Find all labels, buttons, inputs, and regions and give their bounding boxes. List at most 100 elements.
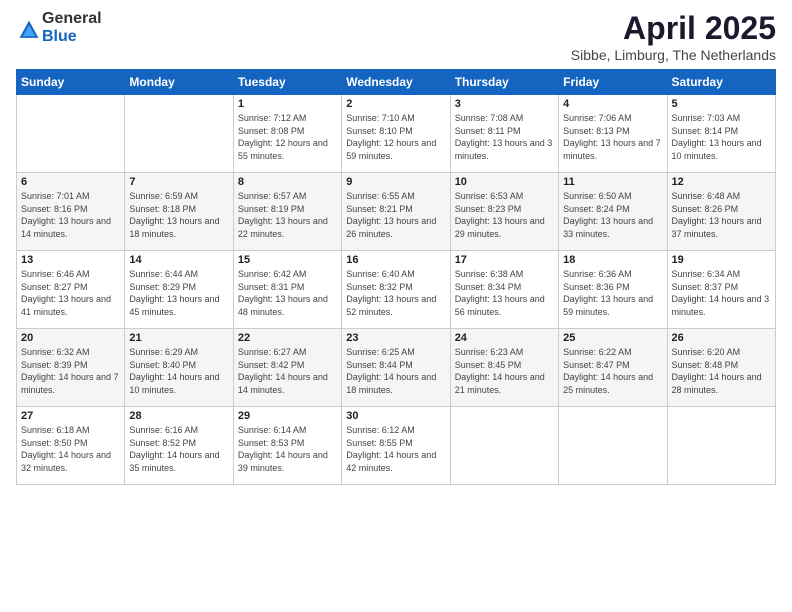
day-of-week-header: Tuesday [233, 70, 341, 95]
day-number: 16 [346, 254, 445, 266]
day-number: 21 [129, 332, 228, 344]
day-number: 8 [238, 176, 337, 188]
calendar-cell: 14 Sunrise: 6:44 AM Sunset: 8:29 PM Dayli… [125, 251, 233, 329]
day-info: Sunrise: 6:53 AM Sunset: 8:23 PM Dayligh… [455, 190, 554, 240]
calendar-cell: 1 Sunrise: 7:12 AM Sunset: 8:08 PM Daylig… [233, 95, 341, 173]
calendar-cell: 7Sunrise: 6:59 AM Sunset: 8:18 PM Daylig… [125, 173, 233, 251]
day-of-week-header: Thursday [450, 70, 558, 95]
day-number: 23 [346, 332, 445, 344]
day-info: Sunrise: 6:29 AM Sunset: 8:40 PM Dayligh… [129, 346, 228, 396]
calendar-cell: 19 Sunrise: 6:34 AM Sunset: 8:37 PM Dayli… [667, 251, 775, 329]
day-number: 12 [672, 176, 771, 188]
main-title: April 2025 [571, 10, 776, 47]
calendar-cell: 17Sunrise: 6:38 AM Sunset: 8:34 PM Dayli… [450, 251, 558, 329]
day-info: Sunrise: 6:38 AM Sunset: 8:34 PM Dayligh… [455, 268, 554, 318]
calendar-cell: 13 Sunrise: 6:46 AM Sunset: 8:27 PM Dayli… [17, 251, 125, 329]
logo: General Blue [16, 10, 102, 46]
calendar-cell: 28 Sunrise: 6:16 AM Sunset: 8:52 PM Dayli… [125, 407, 233, 485]
day-number: 13 [21, 254, 120, 266]
calendar-week-row: 27 Sunrise: 6:18 AM Sunset: 8:50 PM Dayli… [17, 407, 776, 485]
day-info: Sunrise: 6:36 AM Sunset: 8:36 PM Dayligh… [563, 268, 662, 318]
day-number: 24 [455, 332, 554, 344]
day-info: Sunrise: 6:16 AM Sunset: 8:52 PM Dayligh… [129, 424, 228, 474]
calendar-week-row: 6 Sunrise: 7:01 AM Sunset: 8:16 PM Daylig… [17, 173, 776, 251]
calendar-week-row: 20 Sunrise: 6:32 AM Sunset: 8:39 PM Dayli… [17, 329, 776, 407]
day-number: 7 [129, 176, 228, 188]
calendar-week-row: 1 Sunrise: 7:12 AM Sunset: 8:08 PM Daylig… [17, 95, 776, 173]
day-number: 20 [21, 332, 120, 344]
day-number: 29 [238, 410, 337, 422]
day-info: Sunrise: 7:03 AM Sunset: 8:14 PM Dayligh… [672, 112, 771, 162]
calendar-cell: 11Sunrise: 6:50 AM Sunset: 8:24 PM Dayli… [559, 173, 667, 251]
calendar-cell: 6 Sunrise: 7:01 AM Sunset: 8:16 PM Daylig… [17, 173, 125, 251]
day-number: 11 [563, 176, 662, 188]
day-of-week-header: Sunday [17, 70, 125, 95]
day-number: 4 [563, 98, 662, 110]
day-info: Sunrise: 7:08 AM Sunset: 8:11 PM Dayligh… [455, 112, 554, 162]
day-of-week-header: Wednesday [342, 70, 450, 95]
day-number: 1 [238, 98, 337, 110]
day-info: Sunrise: 6:23 AM Sunset: 8:45 PM Dayligh… [455, 346, 554, 396]
calendar-cell: 9 Sunrise: 6:55 AM Sunset: 8:21 PM Daylig… [342, 173, 450, 251]
day-info: Sunrise: 6:46 AM Sunset: 8:27 PM Dayligh… [21, 268, 120, 318]
day-number: 30 [346, 410, 445, 422]
day-number: 5 [672, 98, 771, 110]
calendar-header-row: SundayMondayTuesdayWednesdayThursdayFrid… [17, 70, 776, 95]
calendar-cell: 25Sunrise: 6:22 AM Sunset: 8:47 PM Dayli… [559, 329, 667, 407]
calendar-cell: 24 Sunrise: 6:23 AM Sunset: 8:45 PM Dayli… [450, 329, 558, 407]
day-info: Sunrise: 7:06 AM Sunset: 8:13 PM Dayligh… [563, 112, 662, 162]
day-number: 19 [672, 254, 771, 266]
day-info: Sunrise: 6:20 AM Sunset: 8:48 PM Dayligh… [672, 346, 771, 396]
day-info: Sunrise: 7:12 AM Sunset: 8:08 PM Dayligh… [238, 112, 337, 162]
day-number: 26 [672, 332, 771, 344]
calendar-cell: 23 Sunrise: 6:25 AM Sunset: 8:44 PM Dayli… [342, 329, 450, 407]
calendar: SundayMondayTuesdayWednesdayThursdayFrid… [16, 69, 776, 485]
calendar-cell: 30 Sunrise: 6:12 AM Sunset: 8:55 PM Dayli… [342, 407, 450, 485]
day-number: 27 [21, 410, 120, 422]
day-number: 22 [238, 332, 337, 344]
day-info: Sunrise: 6:57 AM Sunset: 8:19 PM Dayligh… [238, 190, 337, 240]
calendar-cell: 12 Sunrise: 6:48 AM Sunset: 8:26 PM Dayli… [667, 173, 775, 251]
calendar-week-row: 13 Sunrise: 6:46 AM Sunset: 8:27 PM Dayli… [17, 251, 776, 329]
calendar-cell [450, 407, 558, 485]
day-info: Sunrise: 6:14 AM Sunset: 8:53 PM Dayligh… [238, 424, 337, 474]
day-number: 18 [563, 254, 662, 266]
day-info: Sunrise: 6:48 AM Sunset: 8:26 PM Dayligh… [672, 190, 771, 240]
day-of-week-header: Saturday [667, 70, 775, 95]
day-number: 6 [21, 176, 120, 188]
day-info: Sunrise: 6:44 AM Sunset: 8:29 PM Dayligh… [129, 268, 228, 318]
title-block: April 2025 Sibbe, Limburg, The Netherlan… [571, 10, 776, 63]
calendar-cell: 5 Sunrise: 7:03 AM Sunset: 8:14 PM Daylig… [667, 95, 775, 173]
calendar-cell: 4 Sunrise: 7:06 AM Sunset: 8:13 PM Daylig… [559, 95, 667, 173]
day-info: Sunrise: 6:34 AM Sunset: 8:37 PM Dayligh… [672, 268, 771, 318]
calendar-cell [667, 407, 775, 485]
calendar-cell: 29 Sunrise: 6:14 AM Sunset: 8:53 PM Dayli… [233, 407, 341, 485]
calendar-cell: 20 Sunrise: 6:32 AM Sunset: 8:39 PM Dayli… [17, 329, 125, 407]
day-info: Sunrise: 6:12 AM Sunset: 8:55 PM Dayligh… [346, 424, 445, 474]
day-number: 10 [455, 176, 554, 188]
calendar-cell [125, 95, 233, 173]
day-number: 28 [129, 410, 228, 422]
day-info: Sunrise: 7:01 AM Sunset: 8:16 PM Dayligh… [21, 190, 120, 240]
day-info: Sunrise: 6:32 AM Sunset: 8:39 PM Dayligh… [21, 346, 120, 396]
logo-icon [18, 19, 40, 41]
page: General Blue April 2025 Sibbe, Limburg, … [0, 0, 792, 612]
day-number: 15 [238, 254, 337, 266]
day-info: Sunrise: 6:55 AM Sunset: 8:21 PM Dayligh… [346, 190, 445, 240]
day-number: 14 [129, 254, 228, 266]
subtitle: Sibbe, Limburg, The Netherlands [571, 47, 776, 63]
logo-text: General Blue [42, 10, 102, 46]
calendar-cell: 18 Sunrise: 6:36 AM Sunset: 8:36 PM Dayli… [559, 251, 667, 329]
day-info: Sunrise: 6:22 AM Sunset: 8:47 PM Dayligh… [563, 346, 662, 396]
day-info: Sunrise: 7:10 AM Sunset: 8:10 PM Dayligh… [346, 112, 445, 162]
calendar-cell: 27 Sunrise: 6:18 AM Sunset: 8:50 PM Dayli… [17, 407, 125, 485]
calendar-cell: 21 Sunrise: 6:29 AM Sunset: 8:40 PM Dayli… [125, 329, 233, 407]
calendar-cell [17, 95, 125, 173]
header: General Blue April 2025 Sibbe, Limburg, … [16, 10, 776, 63]
calendar-cell: 22Sunrise: 6:27 AM Sunset: 8:42 PM Dayli… [233, 329, 341, 407]
day-info: Sunrise: 6:25 AM Sunset: 8:44 PM Dayligh… [346, 346, 445, 396]
day-number: 9 [346, 176, 445, 188]
day-info: Sunrise: 6:18 AM Sunset: 8:50 PM Dayligh… [21, 424, 120, 474]
calendar-cell: 10 Sunrise: 6:53 AM Sunset: 8:23 PM Dayli… [450, 173, 558, 251]
calendar-cell: 16Sunrise: 6:40 AM Sunset: 8:32 PM Dayli… [342, 251, 450, 329]
